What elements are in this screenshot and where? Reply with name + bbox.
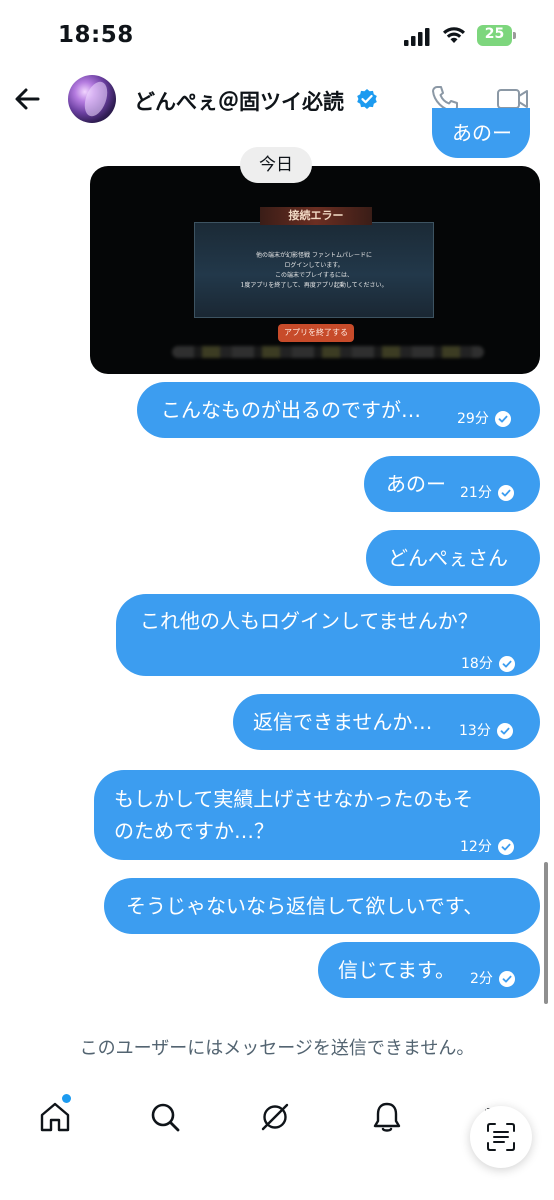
message-meta: 12分 (460, 830, 514, 864)
error-dialog-title: 接続エラー (260, 207, 372, 225)
status-time: 18:58 (58, 22, 134, 48)
avatar[interactable] (68, 75, 116, 123)
verified-badge-icon (357, 89, 377, 109)
bell-icon[interactable] (370, 1100, 404, 1134)
image-attachment[interactable]: 接続エラー 他の端末が幻影怪戦 ファントムパレードに ログインしています。 この… (90, 166, 540, 374)
message-meta: 2分 (470, 962, 515, 996)
message-bubble[interactable]: これ他の人もログインしてませんか？ 18分 (116, 594, 540, 676)
message-bubble[interactable]: もしかして実績上げさせなかったのもそ のためですか…？ 12分 (94, 770, 540, 860)
notification-dot (62, 1094, 71, 1103)
message-text-line: もしかして実績上げさせなかったのもそ (114, 787, 473, 811)
error-dialog-line: 他の端末が幻影怪戦 ファントムパレードに (256, 252, 372, 259)
back-arrow-icon[interactable] (12, 84, 42, 114)
contact-name[interactable]: どんぺぇ＠固ツイ必読 (134, 86, 344, 116)
message-bubble[interactable]: 返信できませんか… 13分 (233, 694, 540, 750)
message-time: 12分 (460, 839, 492, 855)
search-icon[interactable] (148, 1100, 182, 1134)
message-time: 18分 (461, 656, 493, 672)
message-text: これ他の人もログインしてませんか？ (140, 609, 478, 633)
read-check-icon (496, 723, 513, 739)
signal-icon (404, 28, 430, 46)
message-bubble[interactable]: こんなものが出るのですが… 29分 (137, 382, 540, 438)
message-meta: 13分 (459, 714, 513, 748)
read-check-icon (497, 485, 514, 501)
message-meta: 21分 (460, 476, 514, 510)
message-bubble-partial[interactable]: あのー (432, 108, 530, 158)
message-text: こんなものが出るのですが… (161, 398, 421, 422)
error-dialog-line: この端末でプレイするには、 (274, 272, 353, 279)
message-bubble[interactable]: あのー 21分 (364, 456, 540, 512)
message-text: 返信できませんか… (253, 710, 433, 734)
message-bubble[interactable]: どんぺぇさん (366, 530, 540, 586)
scan-text-icon (487, 1123, 515, 1151)
message-text: あのー (452, 121, 512, 145)
battery-indicator: 25 (477, 25, 517, 46)
battery-level: 25 (484, 26, 505, 42)
message-text-line: のためですか…？ (114, 819, 274, 843)
read-check-icon (497, 839, 514, 855)
scrollbar[interactable] (544, 862, 548, 1004)
error-dialog-line: 1度アプリを終了して、再度アプリ起動してください。 (240, 282, 388, 289)
status-bar: 18:58 25 (0, 0, 554, 70)
read-check-icon (498, 656, 515, 672)
message-time: 13分 (459, 723, 491, 739)
error-dialog (194, 222, 434, 318)
message-meta: 29分 (457, 402, 511, 436)
message-bubble[interactable]: 信じてます。 2分 (318, 942, 540, 998)
quit-app-button: アプリを終了する (278, 324, 354, 342)
date-separator: 今日 (240, 147, 312, 183)
wifi-icon (443, 27, 465, 43)
floating-scan-button[interactable] (470, 1106, 532, 1168)
blurred-footer (172, 346, 484, 358)
message-text: あのー (386, 472, 446, 496)
error-dialog-line: ログインしています。 (284, 262, 344, 269)
home-icon[interactable] (38, 1100, 72, 1134)
message-time: 29分 (457, 411, 489, 427)
read-check-icon (494, 411, 511, 427)
message-text: 信じてます。 (338, 958, 455, 982)
message-bubble[interactable]: そうじゃないなら返信して欲しいです、 (104, 878, 540, 934)
grok-icon[interactable] (258, 1100, 292, 1134)
read-check-icon (498, 971, 515, 987)
cannot-message-notice: このユーザーにはメッセージを送信できません。 (79, 1038, 475, 1059)
message-time: 21分 (460, 485, 492, 501)
message-time: 2分 (470, 971, 493, 987)
message-meta: 18分 (461, 647, 515, 681)
message-text: そうじゃないなら返信して欲しいです、 (126, 894, 484, 918)
message-text: どんぺぇさん (388, 546, 508, 570)
